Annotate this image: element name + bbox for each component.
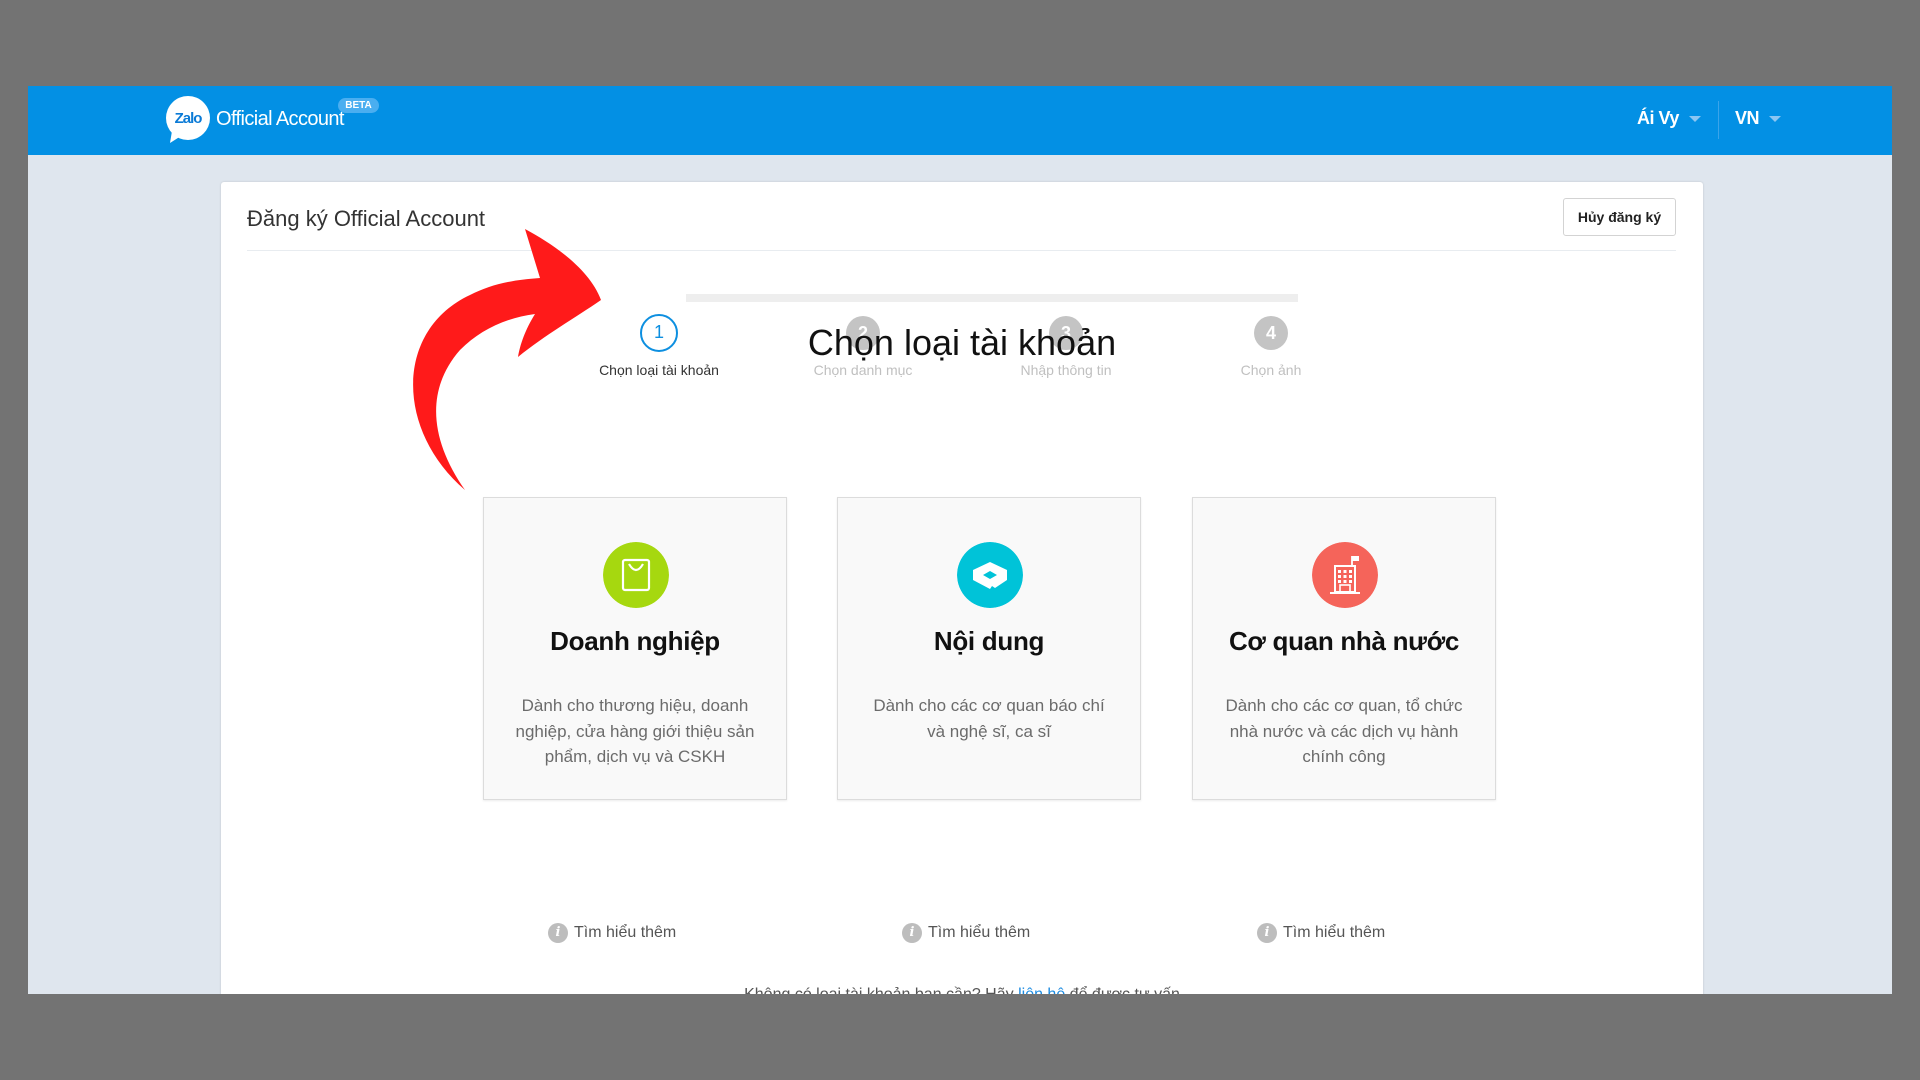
account-type-business[interactable]: Doanh nghiệp Dành cho thương hiệu, doanh… [483, 497, 787, 800]
account-type-description: Dành cho thương hiệu, doanh nghiệp, cửa … [515, 696, 755, 766]
learn-more-business[interactable]: i Tìm hiểu thêm [548, 923, 676, 943]
cancel-registration-button[interactable]: Hủy đăng ký [1563, 198, 1676, 236]
account-type-government[interactable]: Cơ quan nhà nước Dành cho các cơ quan, t… [1192, 497, 1496, 800]
step-label: Nhập thông tin [1020, 362, 1112, 378]
learn-more-label: Tìm hiểu thêm [574, 924, 677, 941]
contact-note-prefix: Không có loại tài khoản bạn cần? Hãy [744, 986, 1018, 994]
zalo-logo-icon[interactable]: Zalo [163, 95, 213, 145]
page-title: Đăng ký Official Account [247, 206, 486, 231]
account-type-content[interactable]: Nội dung Dành cho các cơ quan báo chí và… [837, 497, 1141, 800]
account-type-name: Doanh nghiệp [550, 626, 720, 656]
account-type-description: Dành cho các cơ quan báo chí và nghệ sĩ,… [873, 696, 1105, 741]
account-type-name: Nội dung [933, 626, 1045, 656]
user-name: Ái Vy [1637, 108, 1679, 128]
language-label: VN [1735, 108, 1760, 128]
shopping-bag-icon [603, 542, 669, 608]
government-building-icon [1312, 542, 1378, 608]
section-title: Chọn loại tài khoản [807, 322, 1117, 363]
account-type-name: Cơ quan nhà nước [1228, 626, 1460, 656]
contact-note-suffix: để được tư vấn [1065, 986, 1180, 994]
info-icon: i [548, 923, 568, 943]
registration-panel: Đăng ký Official Account Hủy đăng ký 1 C… [221, 182, 1703, 994]
user-menu[interactable]: Ái Vy [1637, 108, 1701, 129]
learn-more-label: Tìm hiểu thêm [928, 924, 1031, 941]
account-type-description: Dành cho các cơ quan, tổ chức nhà nước v… [1225, 696, 1463, 766]
step-label: Chọn danh mục [813, 362, 913, 378]
brand-name[interactable]: Official Account [216, 108, 344, 131]
contact-note: Không có loại tài khoản bạn cần? Hãy liê… [221, 986, 1703, 994]
logo-text: Zalo [175, 110, 203, 127]
stepper-track [686, 294, 1298, 302]
progress-stepper: 1 Chọn loại tài khoản 2 Chọn danh mục 3 … [221, 182, 1703, 378]
language-selector[interactable]: VN [1735, 108, 1782, 129]
learn-more-label: Tìm hiểu thêm [1283, 924, 1386, 941]
info-icon: i [902, 923, 922, 943]
contact-link[interactable]: liên hệ [1018, 986, 1065, 994]
beta-badge: BETA [338, 98, 379, 113]
learn-more-content[interactable]: i Tìm hiểu thêm [902, 923, 1030, 943]
topbar-divider [1718, 101, 1719, 139]
chevron-down-icon [1688, 116, 1701, 123]
content-icon [957, 542, 1023, 608]
step-label: Chọn ảnh [1240, 362, 1302, 378]
browser-viewport: Zalo Official Account BETA Ái Vy VN Đăng… [28, 86, 1892, 994]
top-navigation-bar: Zalo Official Account BETA Ái Vy VN [28, 86, 1892, 155]
chevron-down-icon [1769, 116, 1782, 123]
info-icon: i [1257, 923, 1277, 943]
header-divider [247, 250, 1676, 251]
learn-more-government[interactable]: i Tìm hiểu thêm [1257, 923, 1385, 943]
step-label: Chọn loại tài khoản [599, 362, 719, 378]
